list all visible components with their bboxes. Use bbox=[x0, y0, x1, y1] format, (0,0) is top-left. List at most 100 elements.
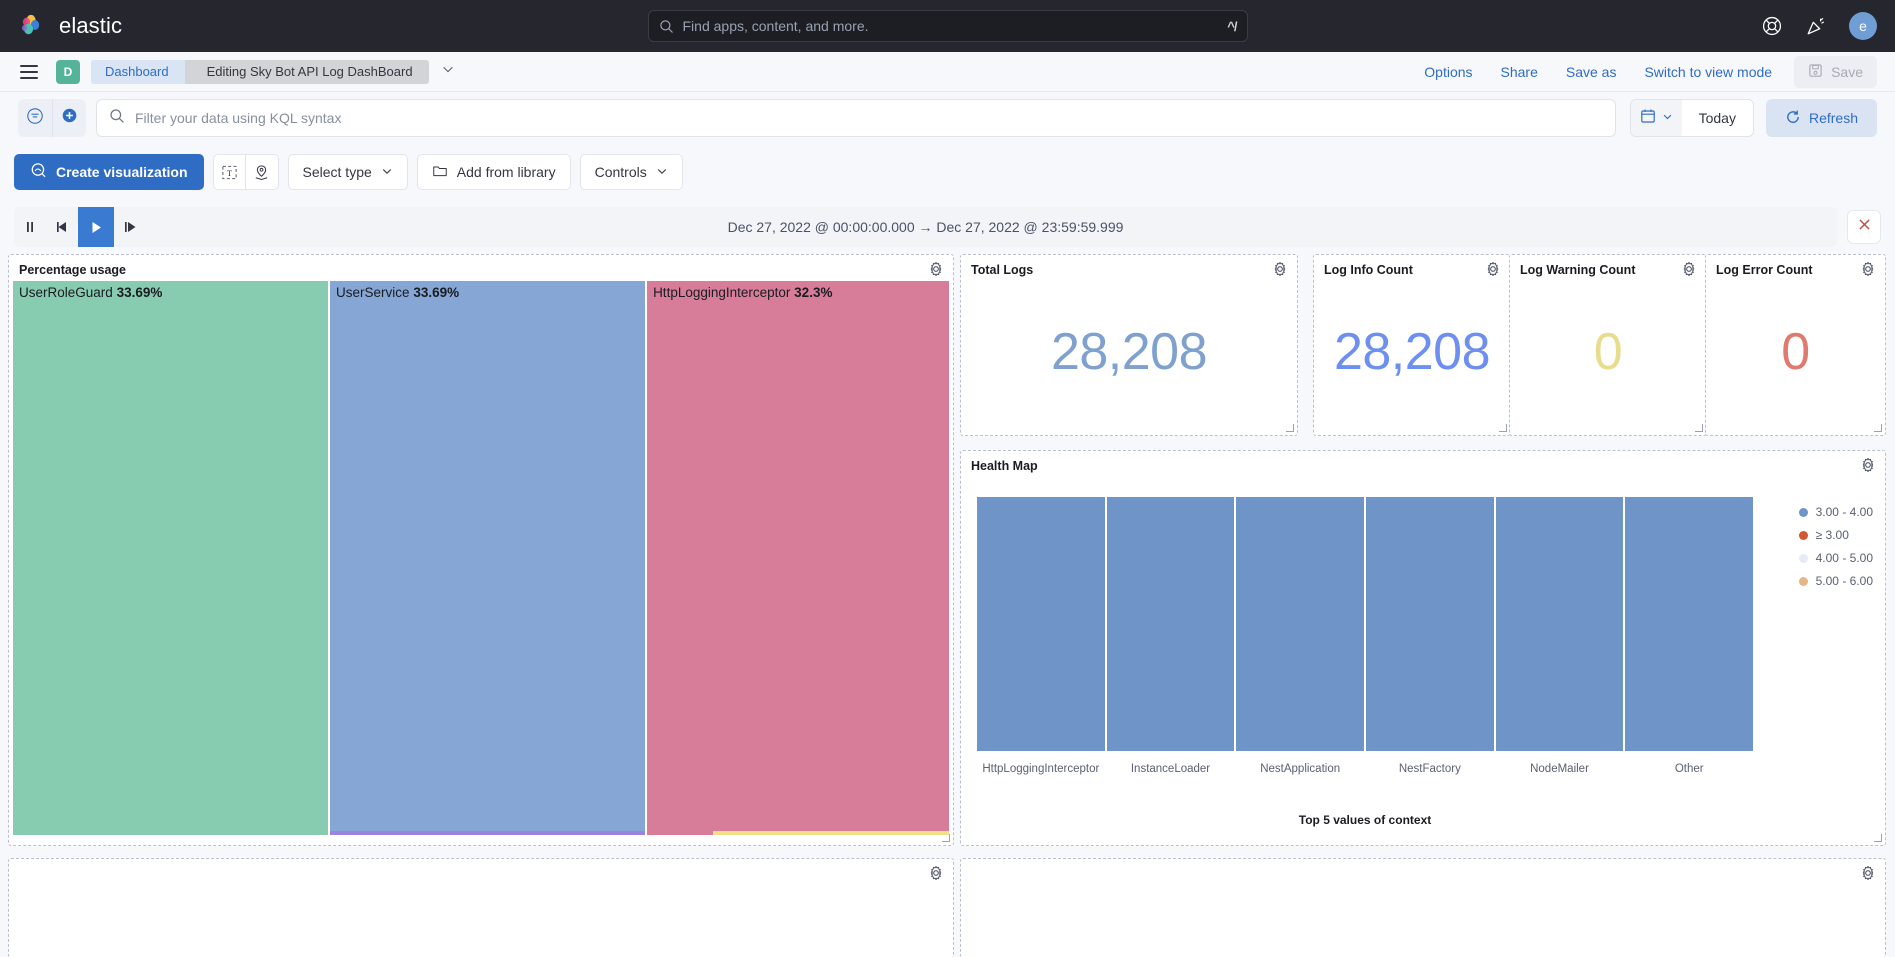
metric-value-log-error-count: 0 bbox=[1781, 323, 1810, 381]
breadcrumb-item-current[interactable]: Editing Sky Bot API Log DashBoard bbox=[184, 59, 429, 84]
panel-log-warning-count[interactable]: Log Warning Count 0 bbox=[1509, 254, 1707, 436]
global-search-input[interactable]: Find apps, content, and more. ^/ bbox=[647, 10, 1248, 42]
text-box-icon[interactable]: T bbox=[212, 154, 246, 190]
options-button[interactable]: Options bbox=[1410, 64, 1486, 80]
panel-title-log-info-count: Log Info Count bbox=[1324, 262, 1413, 277]
filter-button-group bbox=[18, 99, 86, 137]
pause-icon[interactable] bbox=[14, 207, 46, 247]
panel-resize-handle[interactable] bbox=[1874, 834, 1882, 842]
svg-text:T: T bbox=[226, 167, 232, 177]
kql-placeholder: Filter your data using KQL syntax bbox=[135, 110, 342, 126]
treemap-cell[interactable]: HttpLoggingInterceptor 32.3% bbox=[647, 281, 949, 835]
legend-color-swatch bbox=[1798, 553, 1808, 563]
panel-header: Log Info Count bbox=[1314, 255, 1510, 281]
x-tick-label: NodeMailer bbox=[1530, 763, 1589, 775]
save-as-button[interactable]: Save as bbox=[1552, 64, 1631, 80]
breadcrumb-current-label: Editing Sky Bot API Log DashBoard bbox=[206, 64, 413, 79]
controls-dropdown[interactable]: Controls bbox=[579, 154, 683, 190]
save-button[interactable]: Save bbox=[1794, 55, 1877, 88]
create-visualization-label: Create visualization bbox=[56, 164, 188, 180]
switch-to-view-mode-button[interactable]: Switch to view mode bbox=[1630, 64, 1786, 80]
filter-options-button[interactable] bbox=[18, 99, 52, 137]
brand-name: elastic bbox=[59, 13, 123, 38]
health-map-bar[interactable] bbox=[1106, 497, 1235, 751]
panel-resize-handle[interactable] bbox=[1286, 424, 1294, 432]
treemap-cell[interactable]: UserService 33.69% bbox=[330, 281, 646, 835]
health-map-x-axis-title: Top 5 values of context bbox=[1298, 813, 1432, 827]
gear-icon[interactable] bbox=[1858, 863, 1878, 883]
legend-label: 4.00 - 5.00 bbox=[1815, 551, 1873, 565]
panel-total-logs[interactable]: Total Logs 28,208 bbox=[960, 254, 1298, 436]
chevron-down-icon bbox=[381, 164, 393, 180]
x-tick-label: InstanceLoader bbox=[1130, 763, 1211, 775]
gear-icon[interactable] bbox=[1270, 259, 1290, 279]
breadcrumb-item-dashboard[interactable]: Dashboard bbox=[91, 59, 196, 84]
create-visualization-button[interactable]: Create visualization bbox=[14, 154, 204, 190]
health-map-bar[interactable] bbox=[977, 497, 1105, 751]
query-bar: Filter your data using KQL syntax Today bbox=[0, 92, 1895, 144]
close-time-slider-button[interactable] bbox=[1847, 210, 1881, 244]
add-filter-button[interactable] bbox=[52, 99, 86, 137]
metric-value-log-info-count: 28,208 bbox=[1333, 323, 1491, 381]
map-layers-icon[interactable] bbox=[245, 154, 279, 190]
panel-resize-handle[interactable] bbox=[1874, 424, 1882, 432]
elastic-brand[interactable]: elastic bbox=[20, 12, 122, 40]
legend-item[interactable]: 4.00 - 5.00 bbox=[1798, 551, 1873, 565]
health-map-bar[interactable] bbox=[1625, 497, 1754, 751]
gear-icon[interactable] bbox=[1858, 455, 1878, 475]
gear-icon[interactable] bbox=[926, 863, 946, 883]
panel-bottom-right[interactable] bbox=[960, 858, 1886, 957]
date-quick-select-button[interactable] bbox=[1630, 100, 1682, 136]
space-avatar[interactable]: D bbox=[56, 59, 80, 84]
add-from-library-button[interactable]: Add from library bbox=[416, 154, 571, 190]
panel-resize-handle[interactable] bbox=[1695, 424, 1703, 432]
panel-log-info-count[interactable]: Log Info Count 28,208 bbox=[1313, 254, 1511, 436]
step-backward-icon[interactable] bbox=[46, 207, 78, 247]
panel-log-error-count[interactable]: Log Error Count 0 bbox=[1705, 254, 1886, 436]
date-range-display[interactable]: Today bbox=[1681, 100, 1753, 136]
x-tick-label: NestFactory bbox=[1398, 763, 1461, 775]
x-tick-label: HttpLoggingInterceptor bbox=[982, 763, 1100, 775]
panel-health-map[interactable]: Health Map HttpLoggingInterceptor Instan… bbox=[960, 450, 1886, 846]
elastic-logo-icon bbox=[20, 12, 48, 40]
announcement-icon[interactable] bbox=[1805, 15, 1827, 37]
treemap-cell[interactable]: UserRoleGuard 33.69% bbox=[13, 281, 329, 835]
gear-icon[interactable] bbox=[926, 259, 946, 279]
legend-item[interactable]: ≥ 3.00 bbox=[1798, 528, 1873, 542]
time-slider-row: Dec 27, 2022 @ 00:00:00.000 → Dec 27, 20… bbox=[0, 200, 1895, 254]
legend-label: 5.00 - 6.00 bbox=[1815, 574, 1873, 588]
health-map-bar[interactable] bbox=[1495, 497, 1624, 751]
user-avatar[interactable]: e bbox=[1849, 12, 1877, 40]
share-button[interactable]: Share bbox=[1487, 64, 1552, 80]
treemap-cell-label: UserService 33.69% bbox=[336, 285, 460, 300]
panel-resize-handle[interactable] bbox=[942, 834, 950, 842]
refresh-button[interactable]: Refresh bbox=[1765, 99, 1877, 137]
panel-bottom-left[interactable] bbox=[8, 858, 954, 957]
legend-color-swatch bbox=[1798, 507, 1808, 517]
add-from-library-label: Add from library bbox=[456, 164, 556, 180]
lens-icon bbox=[30, 162, 47, 182]
panel-header: Log Warning Count bbox=[1510, 255, 1706, 281]
health-map-bar[interactable] bbox=[1366, 497, 1494, 751]
legend-item[interactable]: 3.00 - 4.00 bbox=[1798, 505, 1873, 519]
chevron-down-icon[interactable] bbox=[441, 62, 455, 81]
menu-hamburger-icon[interactable] bbox=[20, 64, 38, 79]
lifebuoy-icon[interactable] bbox=[1761, 15, 1783, 37]
gear-icon[interactable] bbox=[1679, 259, 1699, 279]
panel-resize-handle[interactable] bbox=[1499, 424, 1507, 432]
play-button[interactable] bbox=[78, 207, 114, 247]
panel-title-percentage-usage: Percentage usage bbox=[19, 262, 126, 277]
metric-value-total-logs: 28,208 bbox=[1050, 323, 1208, 381]
health-map-chart: HttpLoggingInterceptor InstanceLoader Ne… bbox=[977, 497, 1754, 777]
x-tick-label: Other bbox=[1674, 763, 1704, 775]
health-map-bar[interactable] bbox=[1236, 497, 1365, 751]
kql-search-input[interactable]: Filter your data using KQL syntax bbox=[96, 99, 1616, 137]
step-forward-icon[interactable] bbox=[114, 207, 146, 247]
gear-icon[interactable] bbox=[1483, 259, 1503, 279]
legend-item[interactable]: 5.00 - 6.00 bbox=[1798, 574, 1873, 588]
chevron-down-icon bbox=[656, 164, 668, 180]
select-type-dropdown[interactable]: Select type bbox=[287, 154, 408, 190]
gear-icon[interactable] bbox=[1858, 259, 1878, 279]
panel-percentage-usage[interactable]: Percentage usage UserRoleGuard 33.69% Us… bbox=[8, 254, 954, 846]
treemap-underbar bbox=[330, 831, 646, 835]
